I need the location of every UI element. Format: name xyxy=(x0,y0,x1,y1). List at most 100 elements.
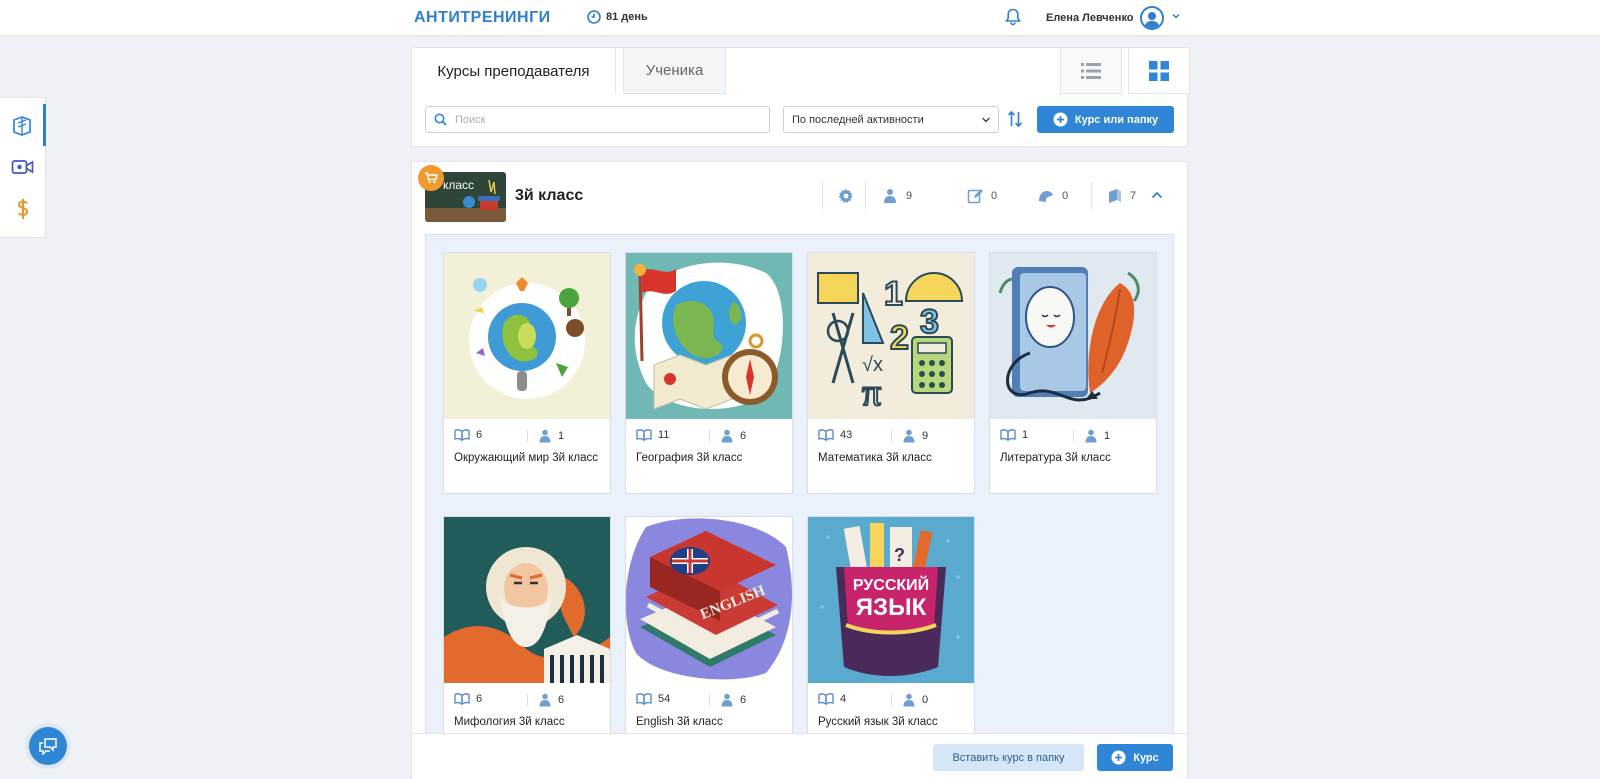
course-card[interactable]: 1 2 3 √x π 43 9 Математика 3й класс xyxy=(807,252,975,494)
chat-icon xyxy=(39,738,57,755)
grid-view-button[interactable] xyxy=(1128,48,1190,94)
bell-icon[interactable] xyxy=(1005,8,1021,26)
folder-homework: 0 xyxy=(1038,188,1068,204)
chevron-down-icon[interactable] xyxy=(1171,12,1181,20)
lessons-stat: 1 xyxy=(1000,429,1028,441)
sidebar-item-payments[interactable] xyxy=(0,188,46,230)
add-course-or-folder-button[interactable]: Курс или папку xyxy=(1037,106,1174,133)
svg-text:?: ? xyxy=(894,545,905,565)
book-icon xyxy=(454,693,470,705)
lessons-count: 6 xyxy=(476,693,483,705)
students-icon xyxy=(1085,429,1097,443)
course-title: Литература 3й класс xyxy=(1000,452,1111,464)
lessons-count: 6 xyxy=(476,429,483,441)
sidebar-item-courses[interactable] xyxy=(0,104,46,146)
course-cover-image xyxy=(444,517,610,683)
students-count: 1 xyxy=(558,430,565,442)
divider xyxy=(709,694,710,706)
course-card[interactable]: ? РУССКИЙ ЯЗЫК 4 0 Русский язык 3й класс xyxy=(807,516,975,758)
course-stats: 43 9 xyxy=(818,429,966,443)
courses-grid: 6 1 Окружающий мир 3й класс 11 6 Географ… xyxy=(425,234,1174,779)
avatar[interactable] xyxy=(1140,6,1164,30)
course-title: География 3й класс xyxy=(636,452,743,464)
divider xyxy=(865,181,866,209)
list-view-button[interactable] xyxy=(1060,48,1122,94)
course-cover-image xyxy=(626,253,792,419)
paste-course-button[interactable]: Вставить курс в папку xyxy=(933,744,1084,771)
logo[interactable]: АНТИТРЕНИНГИ xyxy=(414,9,551,27)
folder-students-count: 9 xyxy=(906,190,913,202)
students-icon xyxy=(539,429,551,443)
divider xyxy=(822,181,823,209)
book-icon xyxy=(636,429,652,441)
course-cover-image xyxy=(444,253,610,419)
grid-icon xyxy=(1149,60,1169,81)
course-card[interactable]: 6 6 Мифология 3й класс xyxy=(443,516,611,758)
students-icon xyxy=(903,429,915,443)
course-stats: 1 1 xyxy=(1000,429,1148,443)
sort-order-icon[interactable] xyxy=(1007,110,1023,128)
days-counter: 81 день xyxy=(587,10,648,24)
course-card[interactable]: 1 1 Литература 3й класс xyxy=(989,252,1157,494)
course-card[interactable]: 11 6 География 3й класс xyxy=(625,252,793,494)
divider xyxy=(527,430,528,442)
folder-thumb-text: класс xyxy=(443,178,474,192)
book-icon xyxy=(818,693,834,705)
folder-courses-count: 7 xyxy=(1130,190,1137,202)
divider xyxy=(891,694,892,706)
bottom-action-bar: Вставить курс в папку Курс xyxy=(411,733,1188,779)
sort-select-value: По последней активности xyxy=(792,113,924,126)
course-stats: 11 6 xyxy=(636,429,784,443)
course-cover-image: ENGLISH xyxy=(626,517,792,683)
cover-pi: π xyxy=(862,372,881,414)
shop-badge xyxy=(418,165,444,191)
support-chat-button[interactable] xyxy=(29,727,67,765)
folder-students: 9 xyxy=(882,188,912,204)
lessons-stat: 6 xyxy=(454,429,482,441)
folder-title[interactable]: 3й класс xyxy=(515,187,583,205)
students-stat: 6 xyxy=(720,693,746,707)
divider xyxy=(891,430,892,442)
folder-tasks: 0 xyxy=(967,188,997,204)
students-stat: 6 xyxy=(720,429,746,443)
course-title: Окружающий мир 3й класс xyxy=(454,452,599,464)
divider xyxy=(709,430,710,442)
students-stat: 9 xyxy=(902,429,928,443)
cover-digit-3: 3 xyxy=(920,303,939,341)
user-name[interactable]: Елена Левченко xyxy=(1046,12,1134,24)
course-stats: 54 6 xyxy=(636,693,784,707)
edit-icon xyxy=(967,189,983,204)
cover-digit-2: 2 xyxy=(890,319,909,357)
list-icon xyxy=(1081,62,1101,79)
lessons-stat: 54 xyxy=(636,693,670,705)
book-icon xyxy=(454,429,470,441)
plus-circle-icon xyxy=(1111,750,1126,765)
gear-icon[interactable] xyxy=(838,188,854,204)
sort-select[interactable]: По последней активности xyxy=(783,106,999,133)
search-input[interactable] xyxy=(455,113,755,126)
tab-student[interactable]: Ученика xyxy=(623,48,726,94)
folder-card: класс 3й класс 9 0 0 7 6 1 Окружающий ми… xyxy=(411,161,1188,779)
course-card[interactable]: 6 1 Окружающий мир 3й класс xyxy=(443,252,611,494)
cover-russian-line2: ЯЗЫК xyxy=(856,594,927,621)
courses-panel: Курсы преподавателя Ученика По последней… xyxy=(411,47,1190,147)
cover-russian-line1: РУССКИЙ xyxy=(853,575,929,594)
homework-icon xyxy=(1039,191,1053,202)
video-icon xyxy=(11,160,34,174)
add-course-button[interactable]: Курс xyxy=(1097,744,1173,771)
lessons-count: 11 xyxy=(658,429,670,441)
course-stats: 6 1 xyxy=(454,429,602,443)
chevron-up-icon[interactable] xyxy=(1151,190,1163,200)
lessons-stat: 11 xyxy=(636,429,669,441)
book-icon xyxy=(818,429,834,441)
lessons-stat: 4 xyxy=(818,693,846,705)
course-card[interactable]: ENGLISH 54 6 English 3й класс xyxy=(625,516,793,758)
search-box[interactable] xyxy=(425,106,770,133)
add-course-or-folder-label: Курс или папку xyxy=(1074,113,1159,126)
courses-icon xyxy=(12,116,31,136)
course-title: Математика 3й класс xyxy=(818,452,932,464)
tab-teacher-courses[interactable]: Курсы преподавателя xyxy=(412,48,616,94)
students-count: 6 xyxy=(558,694,565,706)
sidebar-item-video[interactable] xyxy=(0,146,46,188)
search-icon xyxy=(434,113,447,126)
